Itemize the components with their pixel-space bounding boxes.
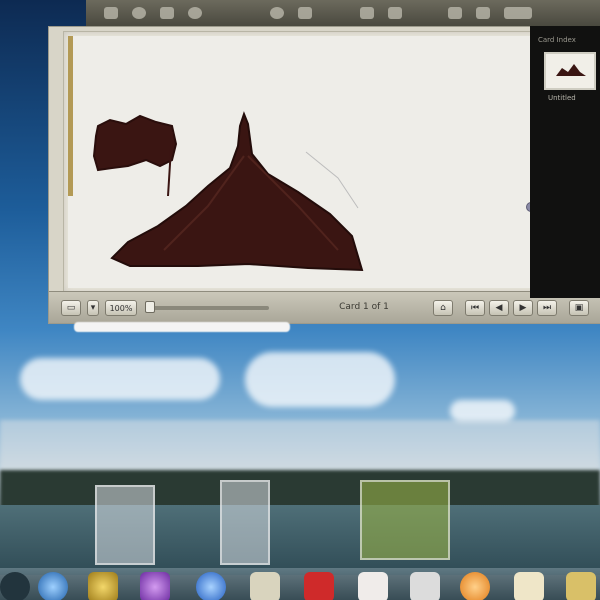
first-card-button[interactable]: ⏮ [465, 300, 485, 316]
toolbar-icon[interactable] [388, 7, 402, 19]
card-index-panel: Card Index Untitled [530, 26, 600, 298]
desktop-cloud [245, 352, 395, 407]
reflection-window [360, 480, 450, 560]
card-thumbnail[interactable] [544, 52, 596, 90]
toolbar-icon[interactable] [298, 7, 312, 19]
prev-card-icon: ◀ [495, 302, 503, 313]
zoom-slider-knob[interactable] [145, 301, 155, 313]
desktop-tree-line [0, 470, 600, 510]
dock-calendar-icon[interactable] [358, 572, 388, 600]
flag-shape [92, 114, 178, 172]
dock-ibooks-icon[interactable] [460, 572, 490, 600]
panel-title: Card Index [538, 36, 576, 44]
dock-book-icon[interactable] [304, 572, 334, 600]
screen-glare [74, 322, 290, 332]
dock-folder-icon[interactable] [566, 572, 596, 600]
reflection-window [95, 485, 155, 565]
toolbar-icon[interactable] [476, 7, 490, 19]
dock-preview-icon[interactable] [514, 572, 544, 600]
app-menu-icon[interactable] [104, 7, 118, 19]
toggle-icon[interactable] [504, 7, 532, 19]
freehand-drawing[interactable] [68, 36, 550, 288]
status-icon[interactable] [270, 7, 284, 19]
control-bar: ▭ ▾ 100% Card 1 of 1 ⌂ ⏮ ◀ ▶ ⏭ ▣ [49, 291, 600, 323]
next-card-icon: ▶ [519, 302, 527, 313]
crop-icon[interactable] [360, 7, 374, 19]
desktop-water [0, 505, 600, 575]
chevron-down-icon: ▾ [90, 302, 96, 313]
dock-app-icon[interactable] [0, 572, 30, 600]
card-thumbnail-label: Untitled [548, 94, 576, 102]
dock-photos-icon[interactable] [250, 572, 280, 600]
card-count: Card 1 of 1 [339, 302, 389, 312]
desktop-cloud [20, 358, 220, 400]
next-card-button[interactable]: ▶ [513, 300, 533, 316]
inspector-icon[interactable] [448, 7, 462, 19]
card-canvas[interactable] [68, 36, 550, 288]
toolbar-icon[interactable] [160, 7, 174, 19]
status-icon[interactable] [188, 7, 202, 19]
dock-star-icon[interactable] [88, 572, 118, 600]
reflection-window [220, 480, 270, 565]
menubar [86, 0, 600, 26]
dock-appstore-icon[interactable] [196, 572, 226, 600]
home-icon: ⌂ [440, 302, 446, 313]
last-card-icon: ⏭ [542, 302, 552, 313]
dock-imovie-icon[interactable] [140, 572, 170, 600]
first-card-icon: ⏮ [470, 302, 480, 313]
view-icon: ▭ [66, 302, 76, 313]
dock [0, 568, 600, 600]
last-card-button[interactable]: ⏭ [537, 300, 557, 316]
dock-safari-icon[interactable] [38, 572, 68, 600]
prev-card-button[interactable]: ◀ [489, 300, 509, 316]
desktop-cloud [450, 400, 515, 422]
options-icon: ▣ [574, 302, 584, 313]
zoom-menu-button[interactable]: ▾ [87, 300, 99, 316]
pencil-stroke [305, 151, 359, 209]
app-window: ▭ ▾ 100% Card 1 of 1 ⌂ ⏮ ◀ ▶ ⏭ ▣ [48, 26, 600, 324]
zoom-value-field[interactable]: 100% [105, 300, 137, 316]
zoom-slider-track[interactable] [149, 306, 269, 310]
home-button[interactable]: ⌂ [433, 300, 453, 316]
canvas-frame [63, 31, 555, 293]
thumbnail-drawing-icon [556, 64, 586, 76]
options-button[interactable]: ▣ [569, 300, 589, 316]
status-icon[interactable] [132, 7, 146, 19]
dock-notes-icon[interactable] [410, 572, 440, 600]
view-toggle-button[interactable]: ▭ [61, 300, 81, 316]
